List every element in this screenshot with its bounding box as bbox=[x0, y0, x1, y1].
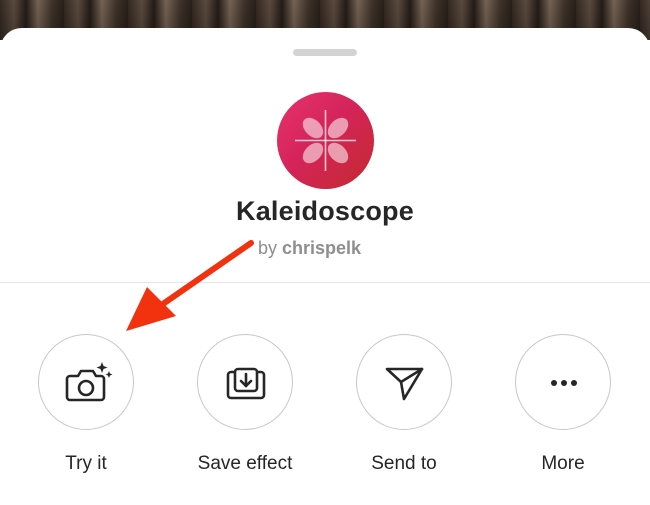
sheet-grabber-handle[interactable] bbox=[293, 49, 357, 56]
more-dots-icon bbox=[551, 380, 577, 386]
kaleidoscope-effect-icon bbox=[277, 92, 374, 189]
save-effect-circle[interactable] bbox=[197, 334, 293, 430]
try-it-button[interactable]: Try it bbox=[16, 334, 156, 484]
save-download-icon bbox=[226, 367, 266, 400]
camera-sparkle-icon bbox=[65, 362, 113, 402]
send-to-label: Send to bbox=[371, 453, 437, 474]
more-circle[interactable] bbox=[515, 334, 611, 430]
try-it-label: Try it bbox=[65, 453, 107, 474]
more-label: More bbox=[541, 453, 585, 474]
send-to-button[interactable]: Send to bbox=[334, 334, 474, 484]
paper-plane-icon bbox=[385, 367, 424, 401]
author-handle[interactable]: chrispelk bbox=[282, 238, 361, 258]
divider bbox=[0, 282, 650, 283]
save-effect-button[interactable]: Save effect bbox=[175, 334, 315, 484]
more-button[interactable]: More bbox=[493, 334, 633, 484]
try-it-circle[interactable] bbox=[38, 334, 134, 430]
effect-title: Kaleidoscope bbox=[236, 196, 414, 226]
send-to-circle[interactable] bbox=[356, 334, 452, 430]
author-prefix: by bbox=[258, 238, 278, 258]
effect-author[interactable]: by chrispelk bbox=[258, 238, 361, 259]
effect-bottom-sheet: Kaleidoscope by chrispelk Try it Save ef… bbox=[0, 28, 650, 505]
save-effect-label: Save effect bbox=[197, 453, 293, 474]
